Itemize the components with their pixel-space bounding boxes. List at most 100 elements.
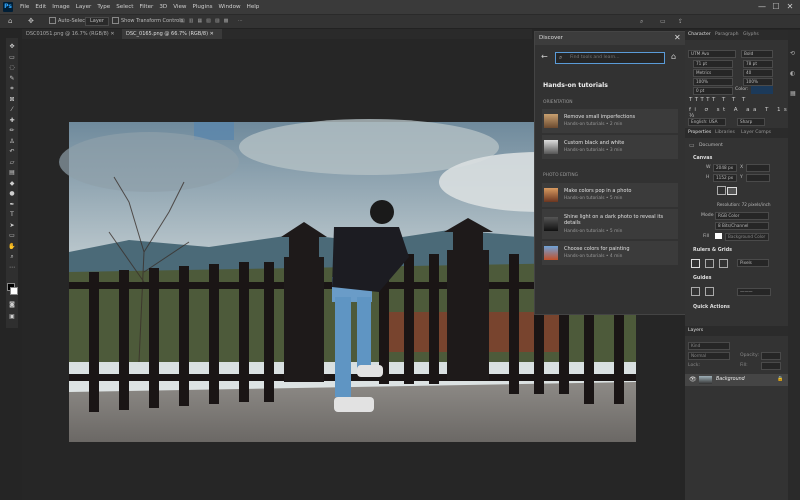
screen-mode-icon[interactable]: ▣ (7, 312, 17, 321)
maximize-button[interactable]: ☐ (771, 2, 781, 12)
tab-layer-comps[interactable]: Layer Comps (741, 128, 771, 138)
font-size-input[interactable]: 71 pt (693, 60, 733, 68)
home-icon[interactable]: ⌂ (671, 52, 676, 61)
tab-paragraph[interactable]: Paragraph (715, 30, 739, 40)
visibility-eye-icon[interactable]: 👁 (689, 376, 697, 383)
menu-3d[interactable]: 3D (156, 0, 170, 14)
zoom-tool-icon[interactable]: ⌕ (7, 252, 17, 261)
fill-opacity-input[interactable] (761, 362, 781, 370)
language-select[interactable]: English: USA (688, 118, 726, 126)
path-select-icon[interactable]: ➤ (7, 221, 17, 230)
workspace-icon[interactable]: ▭ (660, 17, 666, 26)
antialias-select[interactable]: Sharp (737, 118, 765, 126)
close-button[interactable]: ✕ (785, 2, 795, 12)
orientation-portrait-icon[interactable] (717, 186, 726, 195)
transform-controls-checkbox[interactable]: Show Transform Controls (112, 17, 183, 26)
hand-tool-icon[interactable]: ✋ (7, 242, 17, 251)
brush-tool-icon[interactable]: ✏ (7, 126, 17, 135)
font-style-select[interactable]: Bold (741, 50, 773, 58)
canvas-height-input[interactable]: 1152 px (713, 174, 737, 182)
gradient-tool-icon[interactable]: ▤ (7, 168, 17, 177)
minimize-button[interactable]: — (757, 2, 767, 12)
tutorial-card[interactable]: Make colors pop in a photo Hands-on tuto… (542, 183, 678, 207)
menu-view[interactable]: View (170, 0, 189, 14)
menu-filter[interactable]: Filter (136, 0, 156, 14)
menu-window[interactable]: Window (216, 0, 244, 14)
menu-file[interactable]: File (17, 0, 32, 14)
layer-kind-filter[interactable]: Kind (688, 342, 730, 350)
menu-edit[interactable]: Edit (32, 0, 49, 14)
tutorial-card[interactable]: Remove small imperfections Hands-on tuto… (542, 109, 678, 133)
tab-glyphs[interactable]: Glyphs (743, 30, 759, 40)
units-select[interactable]: Pixels (737, 259, 769, 267)
type-tool-icon[interactable]: T (7, 210, 17, 219)
blur-tool-icon[interactable]: ◆ (7, 179, 17, 188)
leading-input[interactable]: 78 pt (743, 60, 773, 68)
tab-character[interactable]: Character (688, 30, 711, 40)
baseline-shift-input[interactable]: 0 pt (693, 87, 733, 95)
tab-properties[interactable]: Properties (688, 128, 711, 138)
auto-select-checkbox[interactable]: Auto-Select: (49, 17, 89, 26)
menu-help[interactable]: Help (244, 0, 263, 14)
artboard-tool-icon[interactable]: ▭ (7, 53, 17, 62)
more-tools-icon[interactable]: ⋯ (7, 263, 17, 272)
quick-mask-icon[interactable]: ◙ (7, 300, 17, 309)
home-icon[interactable]: ⌂ (8, 17, 12, 26)
share-icon[interactable]: ⇪ (678, 17, 683, 26)
blend-mode-select[interactable]: Normal (688, 352, 730, 360)
tab-document-1[interactable]: DSC01051.png @ 16.7% (RGB/8) ✕ (22, 29, 122, 39)
canvas-width-input[interactable]: 2048 px (713, 164, 737, 172)
fill-swatch[interactable] (715, 233, 722, 239)
back-arrow-icon[interactable]: ← (541, 52, 548, 61)
fill-select[interactable]: Background Color (725, 233, 769, 241)
kerning-select[interactable]: Metrics (693, 69, 733, 77)
tutorial-card[interactable]: Shine light on a dark photo to reveal it… (542, 209, 678, 239)
menu-image[interactable]: Image (49, 0, 73, 14)
pen-tool-icon[interactable]: ✒ (7, 200, 17, 209)
canvas-y-input[interactable] (746, 174, 770, 182)
background-color-swatch[interactable] (10, 287, 18, 295)
orientation-landscape-icon[interactable] (727, 187, 737, 195)
shape-tool-icon[interactable]: ▭ (7, 231, 17, 240)
guide-style-select[interactable]: ——— (737, 288, 771, 296)
opacity-input[interactable] (761, 352, 781, 360)
discover-search-input[interactable]: ⌕ Find tools and learn... (555, 52, 665, 64)
healing-brush-icon[interactable]: ✚ (7, 116, 17, 125)
tutorial-card[interactable]: Choose colors for painting Hands-on tuto… (542, 241, 678, 265)
guides-visibility-icon[interactable] (691, 287, 700, 296)
color-mode-select[interactable]: RGB Color (715, 212, 769, 220)
tab-libraries[interactable]: Libraries (715, 128, 735, 138)
text-style-buttons[interactable]: TTTTT T T T (689, 97, 748, 103)
eyedropper-tool-icon[interactable]: ⁄ (7, 105, 17, 114)
snap-icon[interactable] (719, 259, 728, 268)
menu-plugins[interactable]: Plugins (190, 0, 216, 14)
search-icon[interactable]: ⌕ (640, 17, 643, 26)
tracking-input[interactable]: 40 (743, 69, 773, 77)
canvas-x-input[interactable] (746, 164, 770, 172)
eraser-tool-icon[interactable]: ▱ (7, 158, 17, 167)
crop-tool-icon[interactable]: ⌗ (7, 84, 17, 93)
tab-document-2[interactable]: DSC_0165.png @ 66.7% (RGB/8) ✕ (122, 29, 222, 39)
lasso-tool-icon[interactable]: ◌ (7, 63, 17, 72)
align-icons[interactable]: ▤▥▦▧▨▩ ⋯ (180, 17, 247, 26)
dodge-tool-icon[interactable]: ● (7, 189, 17, 198)
discover-close-icon[interactable]: ✕ (674, 33, 681, 42)
menu-type[interactable]: Type (94, 0, 113, 14)
quick-select-tool-icon[interactable]: ✎ (7, 74, 17, 83)
ruler-icon[interactable] (691, 259, 700, 268)
horizontal-scale-input[interactable]: 100% (743, 78, 773, 86)
history-brush-icon[interactable]: ↶ (7, 147, 17, 156)
grid-icon[interactable] (705, 259, 714, 268)
frame-tool-icon[interactable]: ⊠ (7, 95, 17, 104)
swatches-icon[interactable]: ▦ (790, 90, 796, 97)
auto-select-dropdown[interactable]: Layer (85, 17, 109, 26)
tab-layers[interactable]: Layers (688, 326, 703, 336)
font-family-select[interactable]: UTM Avo (688, 50, 736, 58)
clone-stamp-icon[interactable]: ♙ (7, 137, 17, 146)
menu-layer[interactable]: Layer (73, 0, 95, 14)
move-tool-icon[interactable]: ✥ (28, 17, 34, 26)
move-tool-icon[interactable]: ✥ (7, 42, 17, 51)
guides-lock-icon[interactable] (705, 287, 714, 296)
layer-row-background[interactable]: 👁 Background 🔒 (685, 374, 789, 386)
text-color-swatch[interactable] (751, 86, 773, 94)
